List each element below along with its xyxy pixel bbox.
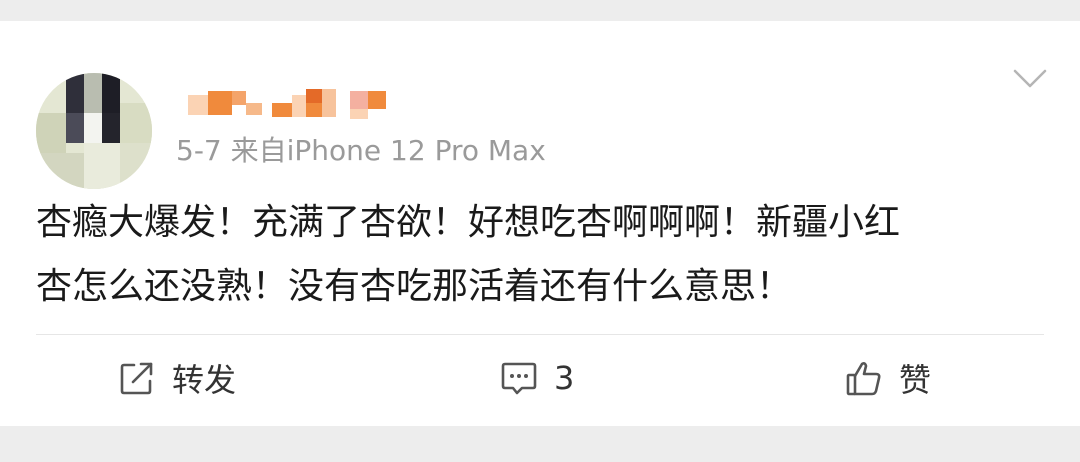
repost-icon: [118, 359, 156, 397]
repost-button[interactable]: 转发: [118, 358, 237, 399]
like-button[interactable]: 赞: [845, 358, 932, 399]
post-action-bar: 转发 3 赞: [0, 335, 1080, 425]
thumbs-up-icon: [845, 359, 883, 397]
chevron-down-icon[interactable]: [1012, 67, 1048, 91]
post-meta: 5-7 来自iPhone 12 Pro Max: [176, 134, 546, 167]
username-obscured[interactable]: [180, 89, 400, 125]
avatar[interactable]: [36, 73, 152, 189]
like-label: 赞: [899, 361, 932, 399]
comment-count: 3: [554, 359, 575, 397]
weibo-post-card: 5-7 来自iPhone 12 Pro Max 杏瘾大爆发！充满了杏欲！好想吃杏…: [0, 21, 1080, 426]
comment-button[interactable]: 3: [500, 358, 574, 398]
post-text: 杏瘾大爆发！充满了杏欲！好想吃杏啊啊啊！新疆小红 杏怎么还没熟！没有杏吃那活着还…: [36, 202, 901, 307]
comment-icon: [500, 359, 538, 397]
repost-label: 转发: [172, 361, 237, 399]
